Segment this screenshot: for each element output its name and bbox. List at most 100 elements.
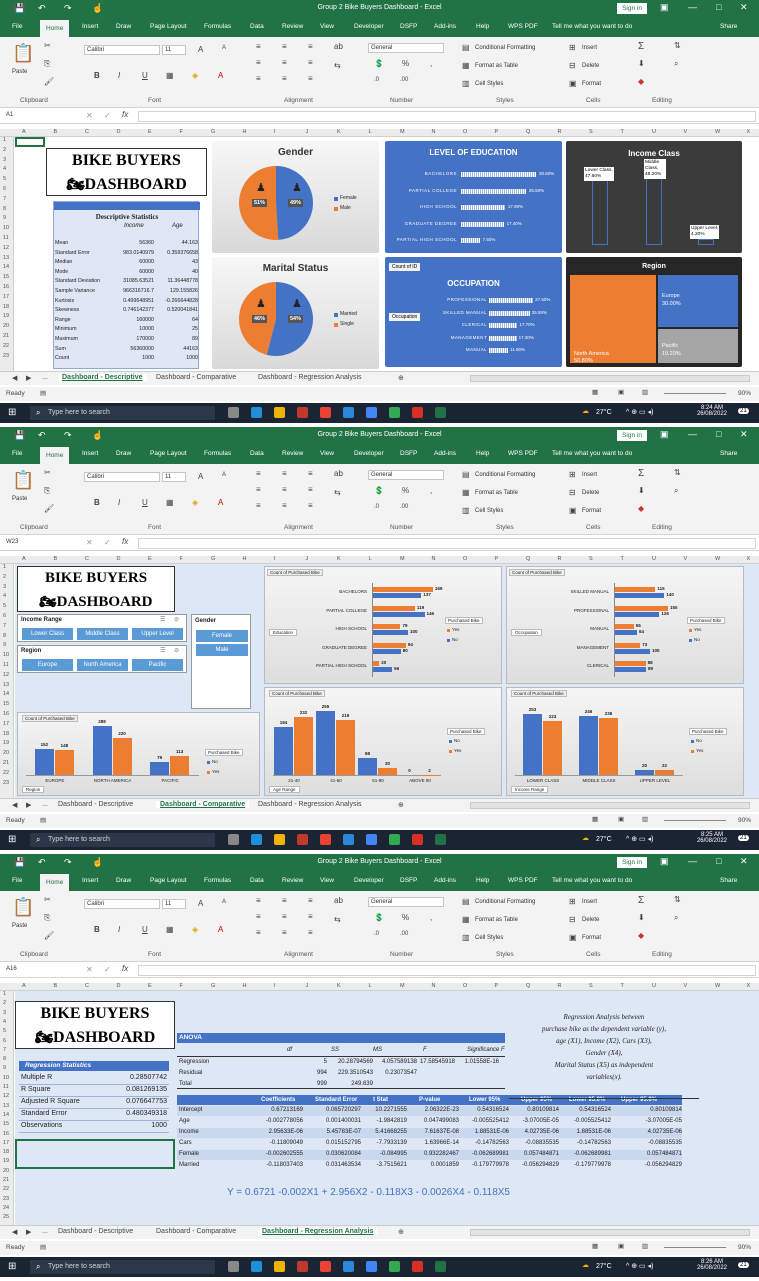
row-header[interactable]: 7 [3, 196, 6, 202]
tab-data[interactable]: Data [250, 450, 264, 457]
row-header[interactable]: 13 [3, 255, 9, 261]
column-header[interactable]: E [148, 129, 152, 135]
edge-icon[interactable] [251, 834, 262, 845]
column-header[interactable]: M [400, 556, 405, 562]
tab-developer[interactable]: Developer [354, 450, 384, 457]
decrease-decimal-icon[interactable]: .00 [400, 77, 408, 83]
cell-styles-button[interactable]: Cell Styles [475, 81, 503, 87]
decrease-decimal-icon[interactable]: .00 [400, 504, 408, 510]
cond-format-icon[interactable]: ▤ [462, 470, 470, 479]
column-header[interactable]: U [652, 556, 656, 562]
telegram-icon[interactable] [343, 834, 354, 845]
name-box[interactable]: W23 [4, 538, 58, 548]
format-as-table-button[interactable]: Format as Table [475, 490, 518, 496]
row-header[interactable]: 2 [3, 574, 6, 580]
format-painter-icon[interactable]: 🖌 [44, 504, 54, 513]
tab-wps-pdf[interactable]: WPS PDF [508, 450, 538, 457]
tab-page-layout[interactable]: Page Layout [150, 23, 187, 30]
column-header[interactable]: N [432, 983, 436, 989]
align-icon[interactable]: ≡ [282, 469, 287, 478]
tab-insert[interactable]: Insert [82, 450, 98, 457]
column-header[interactable]: D [117, 129, 121, 135]
row-header[interactable]: 13 [3, 682, 9, 688]
scroll-left-icon[interactable]: ◀ [12, 801, 17, 809]
column-header[interactable]: H [243, 556, 247, 562]
align-icon[interactable]: ≡ [308, 928, 313, 937]
column-header[interactable]: K [337, 129, 341, 135]
save-icon[interactable]: 💾 [14, 430, 25, 441]
clear-icon[interactable]: ◆ [638, 77, 644, 86]
tab-developer[interactable]: Developer [354, 877, 384, 884]
column-header[interactable]: B [54, 556, 58, 562]
fill-icon[interactable]: ⬇ [638, 486, 645, 495]
slicer-item[interactable]: Male [196, 644, 248, 656]
row-header[interactable]: 19 [3, 740, 9, 746]
row-header[interactable]: 14 [3, 264, 9, 270]
column-header[interactable]: L [369, 556, 372, 562]
count-of-id-button[interactable]: Count of ID [389, 263, 421, 271]
number-format-select[interactable]: General [368, 897, 444, 907]
font-color-icon[interactable]: A [218, 498, 223, 507]
insert-button[interactable]: Insert [582, 45, 597, 51]
column-header[interactable]: Q [526, 129, 530, 135]
record-icon[interactable] [297, 1261, 308, 1272]
currency-icon[interactable]: 💲 [374, 486, 384, 495]
ribbon-display-icon[interactable]: ▣ [660, 856, 669, 867]
bold-button[interactable]: B [94, 71, 100, 80]
row-header[interactable]: 5 [3, 1028, 6, 1034]
excel-taskbar-icon[interactable] [435, 834, 446, 845]
align-icon[interactable]: ≡ [308, 485, 313, 494]
decrease-decimal-icon[interactable]: .00 [400, 931, 408, 937]
normal-view-icon[interactable]: ▦ [592, 1242, 598, 1250]
tab-data[interactable]: Data [250, 877, 264, 884]
format-table-icon[interactable]: ▦ [462, 488, 470, 497]
column-header[interactable]: P [495, 983, 499, 989]
slicer-item[interactable]: Pacific [132, 659, 183, 671]
conditional-formatting-button[interactable]: Conditional Formatting [475, 45, 535, 51]
sign-in-button[interactable]: Sign in [617, 3, 647, 14]
row-header[interactable]: 22 [3, 770, 9, 776]
align-icon[interactable]: ≡ [256, 912, 261, 921]
align-icon[interactable]: ≡ [282, 928, 287, 937]
column-header[interactable]: M [400, 129, 405, 135]
delete-cells-icon[interactable]: ⊟ [569, 488, 576, 497]
clear-filter-icon[interactable]: ⊘ [174, 647, 179, 654]
font-name-select[interactable]: Calibri [84, 899, 160, 909]
align-icon[interactable]: ≡ [308, 469, 313, 478]
bold-button[interactable]: B [94, 925, 100, 934]
row-header[interactable]: 2 [3, 147, 6, 153]
multi-select-icon[interactable]: ☰ [160, 616, 165, 623]
tab-help[interactable]: Help [476, 23, 489, 30]
slicer-item[interactable]: North America [77, 659, 128, 671]
underline-button[interactable]: U [142, 71, 148, 80]
row-header[interactable]: 5 [3, 176, 6, 182]
align-icon[interactable]: ≡ [256, 501, 261, 510]
cond-format-icon[interactable]: ▤ [462, 897, 470, 906]
row-header[interactable]: 1 [3, 564, 6, 570]
normal-view-icon[interactable]: ▦ [592, 815, 598, 823]
align-icon[interactable]: ≡ [282, 74, 287, 83]
row-header[interactable]: 19 [3, 1158, 9, 1164]
fill-color-icon[interactable]: ◈ [192, 925, 198, 934]
touch-mode-icon[interactable]: ☝ [92, 857, 103, 868]
maximize-icon[interactable]: □ [716, 429, 721, 439]
column-header[interactable]: A [22, 129, 26, 135]
clear-icon[interactable]: ◆ [638, 931, 644, 940]
sheet-tab-2[interactable]: Dashboard - Comparative [156, 801, 250, 808]
column-header[interactable]: N [432, 556, 436, 562]
cut-icon[interactable]: ✂ [44, 895, 51, 904]
row-header[interactable]: 22 [3, 1186, 9, 1192]
tell-me-search[interactable]: Tell me what you want to do [552, 450, 632, 457]
row-header[interactable]: 18 [3, 1149, 9, 1155]
column-header[interactable]: J [306, 129, 309, 135]
app-icon[interactable] [320, 1261, 331, 1272]
borders-icon[interactable]: ▦ [166, 71, 174, 80]
tray-icons[interactable]: ^ ⊕ ▭ ◂) [626, 835, 653, 843]
align-icon[interactable]: ≡ [308, 912, 313, 921]
column-header[interactable]: T [621, 983, 624, 989]
tab-add-ins[interactable]: Add-ins [434, 877, 456, 884]
find-select-icon[interactable]: ⌕ [674, 913, 678, 923]
tab-file[interactable]: File [12, 450, 22, 457]
count-label[interactable]: Count of Purchased Bike [511, 690, 567, 697]
column-header[interactable]: G [211, 983, 215, 989]
